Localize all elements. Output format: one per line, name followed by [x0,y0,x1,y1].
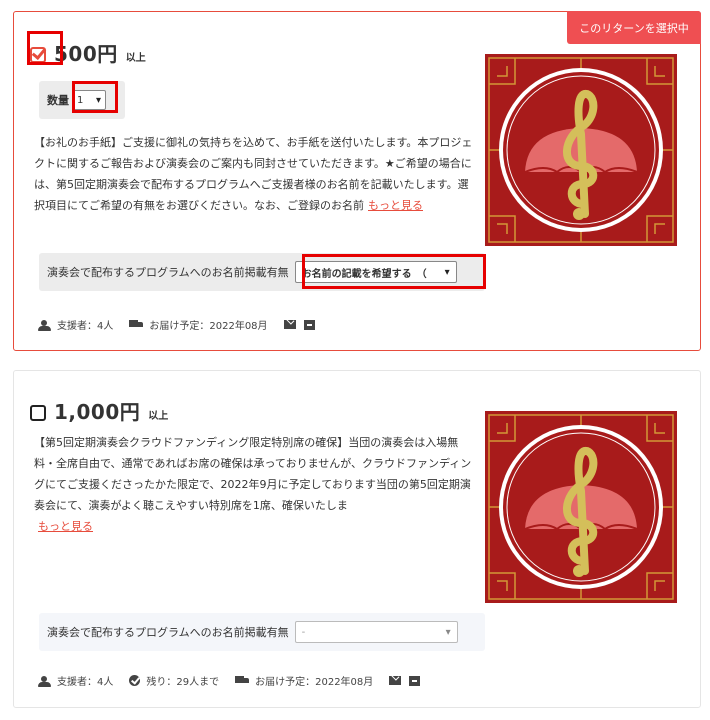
price-row: 1,000円 以上 [30,396,168,425]
users-icon [38,319,51,331]
reward-price: 500円 [54,42,118,66]
reward-description: 【お礼のお手紙】ご支援に御礼の気持ちを込めて、お手紙を送付いたします。本プロジェ… [34,132,474,216]
price-suffix: 以上 [148,411,169,422]
supporters-count: 支援者：4人 [38,317,113,332]
delivery-text: お届け予定：2022年08月 [255,677,374,688]
remaining-text: 残り：29人まで [146,677,220,688]
delivery-date: お届け予定：2022年08月 [235,673,373,688]
truck-icon [129,320,144,329]
selected-badge: このリターンを選択中 [567,11,701,44]
more-link[interactable]: もっと見る [38,520,93,533]
option-box: 演奏会で配布するプログラムへのお名前掲載有無 - ▾ [39,613,485,651]
chevron-down-icon: ▾ [445,626,451,638]
supporters-text: 支援者：4人 [57,677,114,688]
reward-checkbox[interactable] [30,405,46,421]
highlight-checkbox [27,31,63,65]
name-listing-select[interactable]: - ▾ [294,621,458,643]
reward-price: 1,000円 [54,400,141,424]
more-link[interactable]: もっと見る [368,199,423,212]
option-value: - [301,626,306,638]
option-label: 演奏会で配布するプログラムへのお名前掲載有無 [47,266,289,279]
remaining-count: 残り：29人まで [129,673,219,688]
package-icon [303,319,315,330]
reward-meta: 支援者：4人 残り：29人まで お届け予定：2022年08月 [38,673,426,688]
delivery-date: お届け予定：2022年08月 [129,317,268,332]
check-circle-icon [129,675,141,686]
supporters-text: 支援者：4人 [57,321,114,332]
reward-meta: 支援者：4人 お届け予定：2022年08月 [38,317,321,332]
price-suffix: 以上 [125,53,146,64]
truck-icon [235,676,250,685]
highlight-quantity [72,81,118,113]
package-icon [409,675,421,686]
users-icon [38,675,51,687]
quantity-label: 数量 [47,94,69,107]
highlight-option [302,254,486,289]
mail-icon [389,676,402,685]
reward-description: 【第5回定期演奏会クラウドファンディング限定特別席の確保】当団の演奏会は入場無料… [34,432,474,537]
delivery-text: お届け予定：2022年08月 [149,321,268,332]
mail-icon [283,320,296,329]
reward-card-1000[interactable]: 1,000円 以上 【第5回定期演奏会クラウドファンディング限定特別席の確保】当… [13,370,701,708]
reward-thumbnail [485,54,677,246]
reward-thumbnail [485,411,677,603]
option-label: 演奏会で配布するプログラムへのお名前掲載有無 [47,626,289,639]
description-text: 【第5回定期演奏会クラウドファンディング限定特別席の確保】当団の演奏会は入場無料… [34,436,472,512]
reward-card-500[interactable]: このリターンを選択中 500円 以上 数量 1 ▾ 【お礼のお手紙】ご支援に御礼… [13,11,701,351]
supporters-count: 支援者：4人 [38,673,113,688]
